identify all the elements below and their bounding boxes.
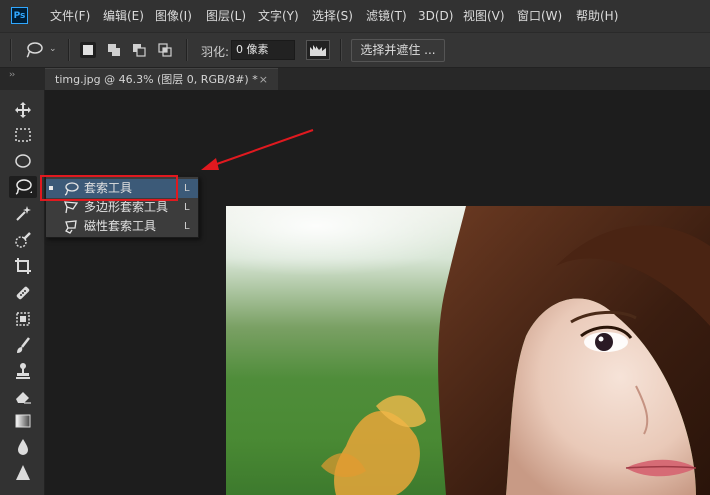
anti-alias-icon[interactable] <box>306 40 330 60</box>
crop-icon[interactable] <box>13 256 33 276</box>
menu-3d[interactable]: 3D(D) <box>418 8 453 24</box>
menu-help[interactable]: 帮助(H) <box>576 8 618 24</box>
menu-type[interactable]: 文字(Y) <box>258 8 299 24</box>
shortcut-key: L <box>184 183 190 194</box>
feather-label: 羽化: <box>201 45 230 59</box>
quick-selection-icon[interactable] <box>13 230 33 250</box>
document-tab-title: timg.jpg @ 46.3% (图层 0, RGB/8#) * <box>55 73 258 86</box>
magic-wand-icon[interactable] <box>13 203 33 223</box>
healing-brush-icon[interactable] <box>13 283 33 303</box>
subtract-from-selection-button[interactable] <box>131 42 147 58</box>
menu-select[interactable]: 选择(S) <box>312 8 353 24</box>
magnetic-lasso-icon <box>63 219 79 234</box>
patch-icon[interactable] <box>13 309 33 329</box>
menu-edit[interactable]: 编辑(E) <box>103 8 144 24</box>
select-and-mask-button[interactable]: 选择并遮住 ... <box>351 39 445 62</box>
menu-layer[interactable]: 图层(L) <box>206 8 246 24</box>
lasso-icon[interactable] <box>9 176 37 198</box>
add-to-selection-button[interactable] <box>106 42 122 58</box>
divider <box>340 39 342 61</box>
portrait-photo <box>226 206 710 495</box>
flyout-item-label: 磁性套索工具 <box>84 219 157 233</box>
marquee-icon[interactable] <box>13 125 33 145</box>
eraser-icon[interactable] <box>13 386 33 406</box>
document-image[interactable] <box>226 206 710 495</box>
divider <box>68 39 70 61</box>
menu-filter[interactable]: 滤镜(T) <box>366 8 407 24</box>
sharpen-icon[interactable] <box>13 463 33 483</box>
close-icon[interactable]: × <box>259 69 268 90</box>
document-tab[interactable]: timg.jpg @ 46.3% (图层 0, RGB/8#) * × <box>45 68 278 90</box>
polygonal-lasso-icon <box>63 200 79 215</box>
menu-bar: Ps 文件(F) 编辑(E) 图像(I) 图层(L) 文字(Y) 选择(S) 滤… <box>0 0 710 32</box>
options-bar: ⌄ 羽化: 0 像素 选择并遮住 ... <box>0 32 710 68</box>
flyout-item-magnetic-lasso[interactable]: 磁性套索工具 L <box>46 217 198 236</box>
move-icon[interactable] <box>13 100 33 120</box>
gradient-icon[interactable] <box>13 411 33 431</box>
divider <box>10 39 12 61</box>
brush-icon[interactable] <box>13 336 33 356</box>
annotation-highlight-box <box>40 175 178 201</box>
menu-file[interactable]: 文件(F) <box>50 8 90 24</box>
chevron-down-icon[interactable]: ⌄ <box>49 44 57 54</box>
divider <box>186 39 188 61</box>
collapse-panel-icon[interactable]: ›› <box>9 70 15 80</box>
tools-panel <box>0 90 45 495</box>
shortcut-key: L <box>184 202 190 213</box>
menu-window[interactable]: 窗口(W) <box>517 8 562 24</box>
new-selection-button[interactable] <box>80 42 96 58</box>
ellipse-marquee-icon[interactable] <box>13 151 33 171</box>
lasso-preset-icon[interactable] <box>24 41 44 59</box>
menu-view[interactable]: 视图(V) <box>463 8 505 24</box>
clone-stamp-icon[interactable] <box>13 361 33 381</box>
shortcut-key: L <box>184 221 190 232</box>
photoshop-logo[interactable]: Ps <box>11 7 28 24</box>
menu-image[interactable]: 图像(I) <box>155 8 192 24</box>
blur-icon[interactable] <box>13 437 33 457</box>
feather-input[interactable]: 0 像素 <box>231 40 295 60</box>
intersect-selection-button[interactable] <box>157 42 173 58</box>
